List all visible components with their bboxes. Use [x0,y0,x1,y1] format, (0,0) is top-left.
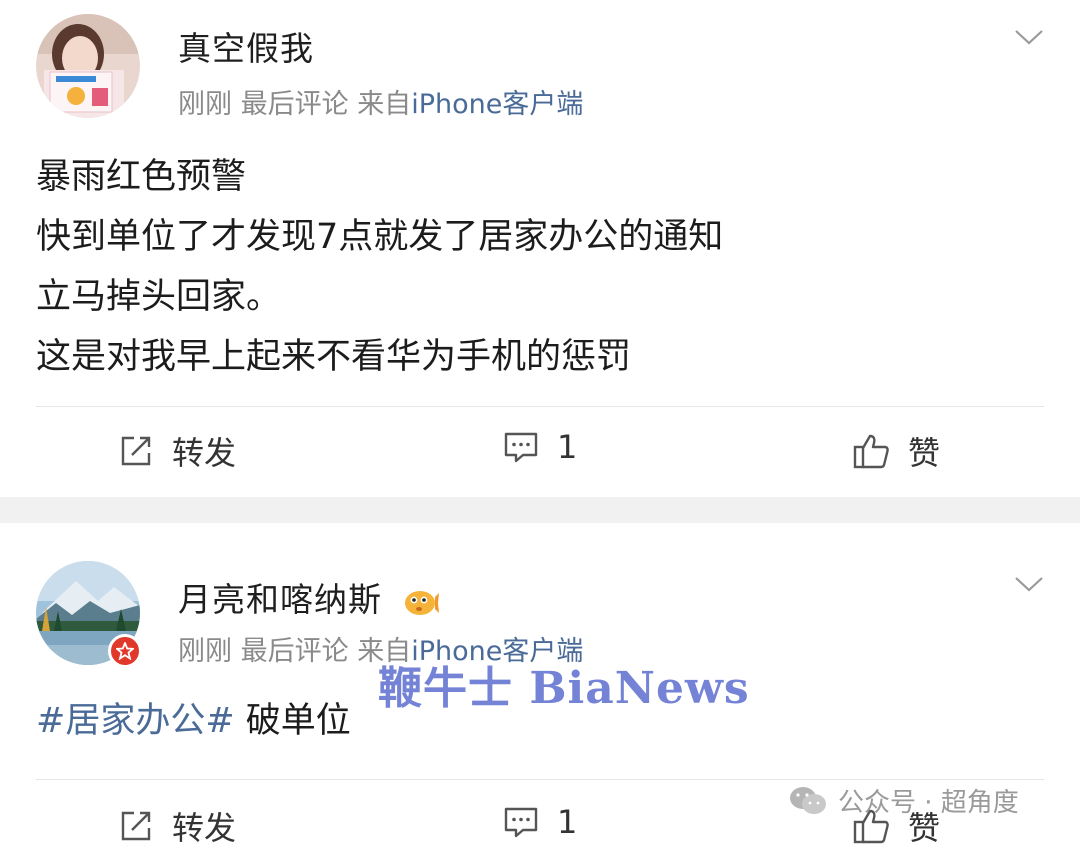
repost-icon [121,436,151,466]
post-content: #居家办公# 破单位 [36,691,351,751]
comment-button[interactable]: 1 [503,803,577,841]
watermark: 鞭牛士 BiaNews [378,663,750,714]
wechat-account-text: 公众号 · 超角度 [838,788,1019,818]
comment-card: 真空假我 刚刚 最后评论 来自iPhone客户端 暴雨红色预警 快到单位了才发现… [0,0,1080,497]
chevron-down-icon[interactable] [1014,575,1044,593]
comment-icon [504,807,538,838]
comment-count: 1 [557,428,578,466]
meta-label: 最后评论 [240,89,349,120]
content-line: 这是对我早上起来不看华为手机的惩罚 [36,337,632,377]
source-link[interactable]: iPhone客户端 [411,89,583,120]
divider [36,406,1044,407]
user-avatar[interactable] [36,14,140,118]
content-text: 破单位 [234,701,351,741]
like-button[interactable]: 赞 [852,428,940,474]
username-text: 月亮和喀纳斯 [178,580,382,619]
like-label: 赞 [908,434,941,472]
post-content: 暴雨红色预警 快到单位了才发现7点就发了居家办公的通知 立马掉头回家。 这是对我… [36,147,723,387]
username[interactable]: 月亮和喀纳斯 [178,573,440,621]
comment-count: 1 [557,803,578,841]
repost-label: 转发 [172,434,237,472]
chevron-down-icon[interactable] [1014,28,1044,46]
repost-button[interactable]: 转发 [118,803,236,849]
content-line: 快到单位了才发现7点就发了居家办公的通知 [36,217,724,257]
wechat-watermark: 公众号 · 超角度 [788,782,1019,819]
meta-label: 最后评论 [240,636,349,667]
repost-icon [121,811,151,841]
verified-badge-icon [108,634,142,668]
content-line: 立马掉头回家。 [36,277,282,317]
content-line: 暴雨红色预警 [36,157,247,197]
source-prefix: 来自 [357,89,412,120]
post-meta: 刚刚 最后评论 来自iPhone客户端 [178,82,583,121]
divider [36,779,1044,780]
timestamp: 刚刚 [178,636,232,667]
comment-button[interactable]: 1 [503,428,577,466]
comment-icon [504,432,538,463]
repost-button[interactable]: 转发 [118,428,236,474]
hashtag-link[interactable]: #居家办公# [36,701,235,741]
pufferfish-emoji-icon [404,590,439,615]
timestamp: 刚刚 [178,89,232,120]
thumbs-up-icon [853,434,889,469]
repost-label: 转发 [172,809,237,847]
card-separator [0,497,1080,523]
username[interactable]: 真空假我 [178,22,314,70]
wechat-icon [790,786,826,814]
